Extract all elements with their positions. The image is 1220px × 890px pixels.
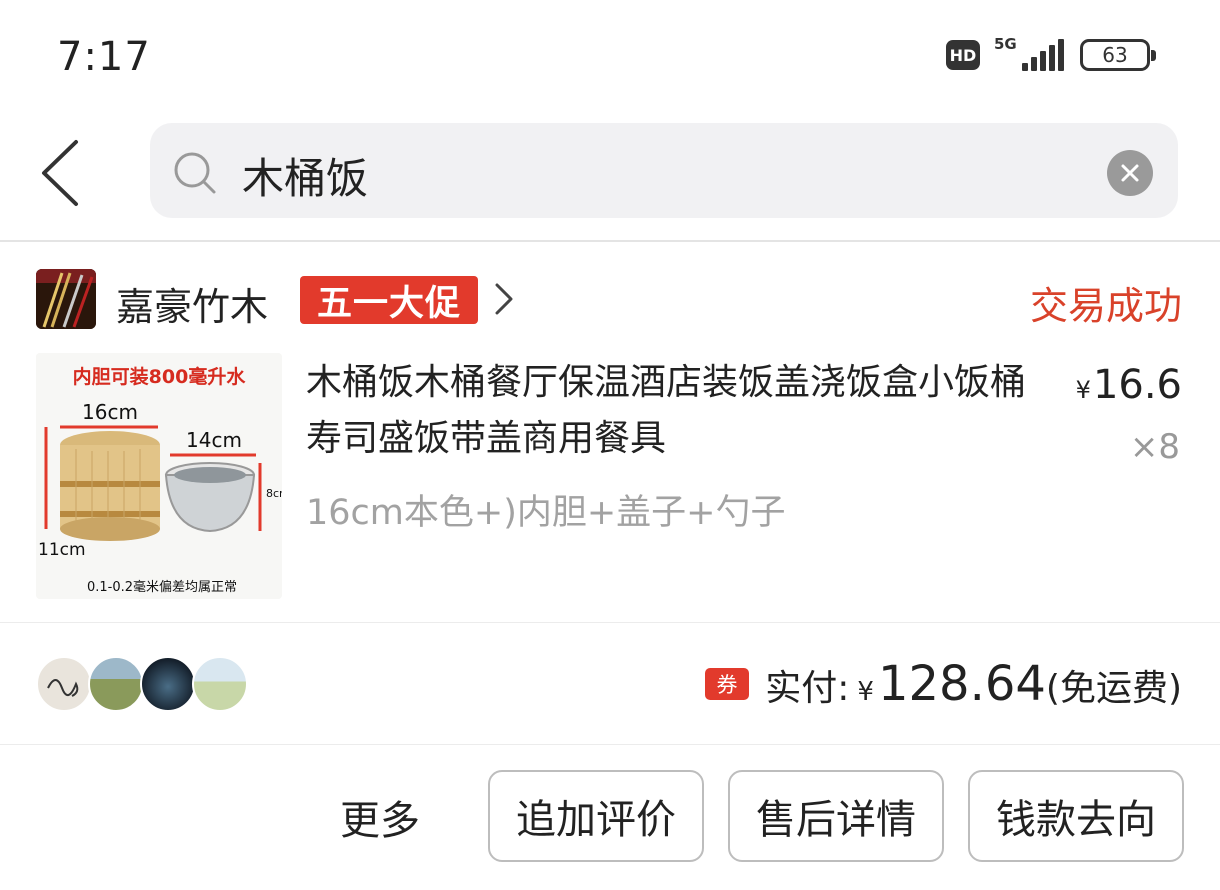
image-width-liner: 14cm — [186, 428, 242, 452]
order-status: 交易成功 — [1029, 284, 1182, 328]
shared-avatars[interactable] — [36, 656, 248, 712]
image-width-wood: 16cm — [82, 400, 138, 424]
search-bar[interactable]: 木桶饭 — [150, 123, 1178, 218]
network-type-label: 5G — [994, 35, 1017, 53]
signal-icon: 5G — [994, 35, 1064, 73]
search-icon — [174, 152, 216, 194]
image-capacity-text: 内胆可装800毫升水 — [73, 365, 247, 388]
hd-icon: HD — [946, 40, 980, 70]
paid-currency: ¥ — [857, 677, 874, 707]
shop-logo-image — [36, 269, 96, 329]
price-value: 16.6 — [1092, 362, 1182, 408]
status-icons: HD 5G 63 — [946, 35, 1156, 73]
more-button[interactable]: 更多 — [340, 788, 420, 846]
back-arrow-icon — [42, 140, 78, 206]
add-review-button[interactable]: 追加评价 — [488, 770, 704, 862]
shop-avatar[interactable] — [36, 269, 96, 329]
header-divider — [0, 240, 1220, 242]
after-sale-details-button[interactable]: 售后详情 — [728, 770, 944, 862]
back-button[interactable] — [36, 138, 96, 208]
avatar — [36, 656, 92, 712]
status-time: 7:17 — [57, 34, 151, 80]
product-title[interactable]: 木桶饭木桶餐厅保温酒店装饭盖浇饭盒小饭桶寿司盛饭带盖商用餐具 — [306, 355, 1031, 467]
paid-summary: 实付: ¥ 128.64 (免运费) — [765, 656, 1182, 712]
battery-icon: 63 — [1080, 39, 1156, 71]
payment-divider — [0, 744, 1220, 745]
clear-search-button[interactable] — [1107, 150, 1153, 196]
product-sku: 16cm本色+)内胆+盖子+勺子 — [306, 493, 786, 533]
product-price: ¥16.6 — [1076, 362, 1182, 408]
coupon-icon[interactable]: 券 — [705, 668, 749, 700]
image-height-liner: 8cm — [266, 487, 282, 500]
close-icon — [1121, 164, 1139, 182]
shipping-note: (免运费) — [1045, 668, 1182, 709]
product-image[interactable]: 内胆可装800毫升水 16cm 14cm 8cm 11cm 0.1-0.2毫米偏… — [36, 353, 282, 599]
paid-amount: 128.64 — [877, 656, 1046, 712]
shop-name[interactable]: 嘉豪竹木 — [116, 276, 268, 331]
avatar — [140, 656, 196, 712]
status-bar: 7:17 HD 5G 63 — [0, 0, 1220, 105]
chevron-right-icon[interactable] — [493, 282, 515, 316]
search-input[interactable]: 木桶饭 — [242, 145, 368, 206]
product-divider — [0, 622, 1220, 623]
promo-badge[interactable]: 五一大促 — [300, 276, 478, 324]
image-tolerance-text: 0.1-0.2毫米偏差均属正常 — [87, 579, 237, 595]
product-thumbnail: 内胆可装800毫升水 16cm 14cm 8cm 11cm 0.1-0.2毫米偏… — [36, 353, 282, 599]
fund-flow-button[interactable]: 钱款去向 — [968, 770, 1184, 862]
avatar — [192, 656, 248, 712]
price-currency: ¥ — [1075, 376, 1091, 404]
paid-label: 实付: — [765, 668, 850, 709]
avatar — [88, 656, 144, 712]
battery-level: 63 — [1102, 43, 1128, 67]
image-height-wood: 11cm — [38, 540, 86, 560]
product-quantity: ×8 — [1129, 427, 1180, 467]
